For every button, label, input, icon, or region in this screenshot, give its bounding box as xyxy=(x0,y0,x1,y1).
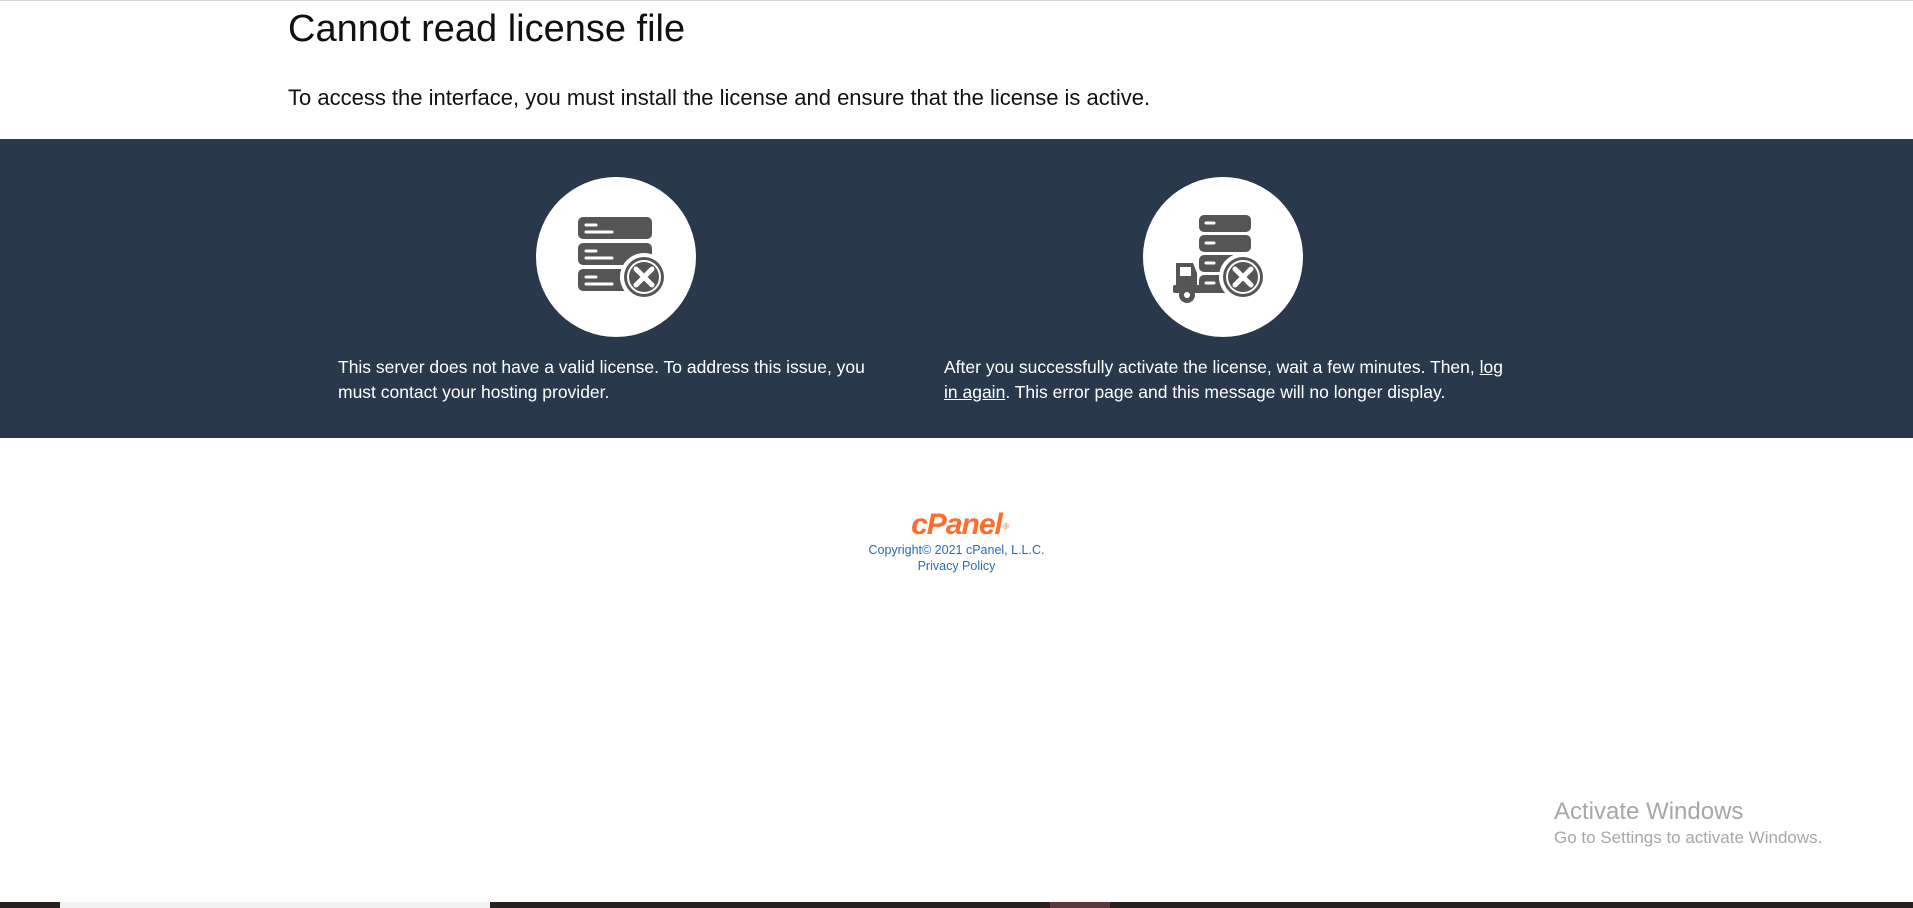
taskbar-segment xyxy=(1050,902,1110,908)
error-header: Cannot read license file To access the i… xyxy=(288,6,1688,110)
activate-license-text: After you successfully activate the lice… xyxy=(944,355,1504,405)
watermark-subtitle: Go to Settings to activate Windows. xyxy=(1554,828,1823,847)
info-band: This server does not have a valid licens… xyxy=(0,139,1913,438)
activate-text-before: After you successfully activate the lice… xyxy=(944,357,1480,377)
cpanel-logo[interactable]: cPanel ® xyxy=(911,508,1009,542)
footer: cPanel ® Copyright© 2021 cPanel, L.L.C. P… xyxy=(0,508,1913,574)
taskbar-strip xyxy=(0,902,1913,908)
watermark-title: Activate Windows xyxy=(1554,798,1744,825)
server-truck-error-icon xyxy=(1143,177,1303,337)
taskbar-segment xyxy=(60,902,490,908)
page-title: Cannot read license file xyxy=(288,8,686,50)
privacy-policy-link[interactable]: Privacy Policy xyxy=(0,558,1913,574)
license-invalid-card: This server does not have a valid licens… xyxy=(338,139,898,438)
page-subtitle: To access the interface, you must instal… xyxy=(288,85,1151,110)
top-divider xyxy=(0,0,1913,1)
registered-mark: ® xyxy=(1002,522,1009,531)
activate-license-card: After you successfully activate the lice… xyxy=(944,139,1504,438)
activate-windows-watermark: Activate Windows Go to Settings to activ… xyxy=(1554,797,1822,849)
activate-text-after: . This error page and this message will … xyxy=(1005,382,1446,402)
copyright-text: Copyright© 2021 cPanel, L.L.C. xyxy=(868,543,1045,557)
license-invalid-text: This server does not have a valid licens… xyxy=(338,357,865,402)
cpanel-logo-text: cPanel xyxy=(911,508,1003,541)
server-error-icon xyxy=(536,177,696,337)
